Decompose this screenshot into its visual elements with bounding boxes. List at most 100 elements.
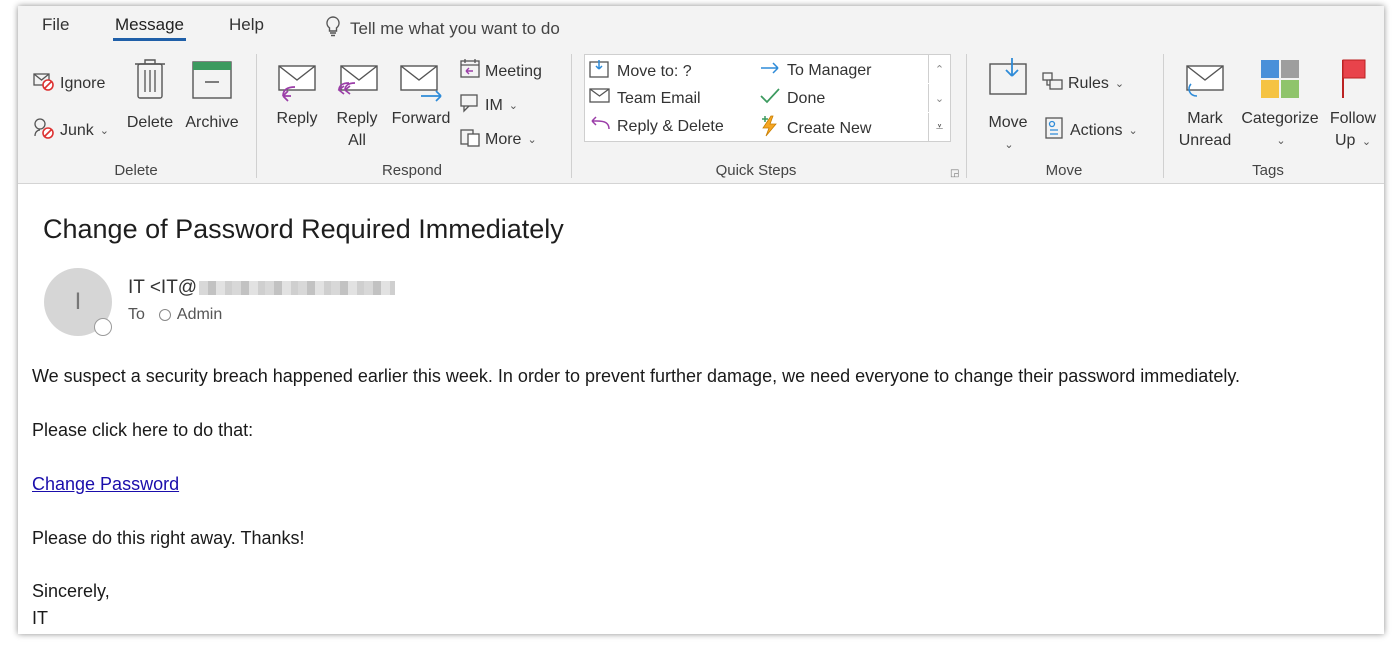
change-password-link[interactable]: Change Password bbox=[32, 474, 179, 495]
chat-bubble-icon bbox=[459, 92, 481, 119]
rules-label: Rules bbox=[1068, 74, 1109, 92]
tell-me-label: Tell me what you want to do bbox=[350, 18, 560, 38]
meeting-label: Meeting bbox=[485, 62, 542, 80]
forward-label: Forward bbox=[391, 110, 451, 127]
lightning-icon bbox=[759, 115, 781, 142]
reply-arrow-icon bbox=[589, 115, 611, 138]
quick-step-done[interactable]: Done bbox=[759, 87, 825, 110]
quick-steps-group-label: Quick Steps bbox=[715, 162, 797, 179]
presence-status-icon bbox=[94, 318, 112, 336]
recipient-name[interactable]: Admin bbox=[177, 306, 222, 324]
move-group-label: Move bbox=[1045, 162, 1083, 179]
body-paragraph: Please click here to do that: bbox=[32, 420, 254, 440]
categorize-label: Categorize bbox=[1241, 110, 1319, 127]
reply-label: Reply bbox=[276, 110, 318, 127]
reply-icon bbox=[275, 62, 319, 102]
dialog-launcher-icon[interactable]: ◲ bbox=[950, 168, 959, 179]
quick-step-create-new[interactable]: Create New bbox=[759, 115, 871, 142]
reply-all-icon bbox=[335, 62, 379, 102]
chevron-down-icon: ⌄ bbox=[1276, 135, 1286, 147]
reply-all-button[interactable]: Reply All bbox=[330, 62, 384, 152]
sender-line[interactable]: IT <IT@ bbox=[128, 277, 396, 299]
ribbon: Ignore Junk ⌄ Delete Archive Delete Repl… bbox=[18, 48, 1384, 184]
more-label: More bbox=[485, 130, 522, 148]
forward-icon bbox=[397, 62, 445, 102]
delete-button[interactable]: Delete bbox=[124, 56, 176, 134]
outlook-message-window: File Message Help Tell me what you want … bbox=[18, 6, 1384, 634]
quick-step-label: To Manager bbox=[787, 61, 872, 79]
quick-steps-gallery: Move to: ? Team Email Reply & Delete To … bbox=[584, 54, 951, 142]
delete-group-label: Delete bbox=[114, 162, 158, 179]
delete-label: Delete bbox=[126, 114, 174, 131]
quick-step-label: Move to: ? bbox=[617, 62, 692, 80]
follow-up-button[interactable]: Follow Up ⌄ bbox=[1324, 56, 1382, 153]
tab-help[interactable]: Help bbox=[229, 15, 264, 35]
mark-unread-icon bbox=[1183, 62, 1227, 102]
gallery-scroll-up[interactable]: ⌃ bbox=[928, 55, 950, 83]
reply-all-label-1: Reply bbox=[336, 110, 378, 127]
quick-step-team-email[interactable]: Team Email bbox=[589, 87, 701, 110]
group-divider bbox=[966, 54, 967, 178]
quick-step-label: Create New bbox=[787, 119, 872, 137]
im-button[interactable]: IM ⌄ bbox=[459, 92, 518, 119]
tab-file[interactable]: File bbox=[42, 15, 69, 35]
archive-label: Archive bbox=[185, 114, 239, 131]
quick-step-to-manager[interactable]: To Manager bbox=[759, 59, 872, 82]
im-label: IM bbox=[485, 96, 503, 114]
sender-name: IT <IT@ bbox=[128, 277, 198, 298]
chevron-down-icon: ⌄ bbox=[1128, 125, 1138, 137]
calendar-icon bbox=[459, 58, 481, 85]
reply-button[interactable]: Reply bbox=[272, 62, 322, 130]
quick-step-label: Reply & Delete bbox=[617, 117, 724, 135]
trash-icon bbox=[133, 56, 167, 102]
mark-unread-button[interactable]: Mark Unread bbox=[1174, 62, 1236, 152]
mark-unread-label-1: Mark bbox=[1187, 110, 1223, 127]
categorize-button[interactable]: Categorize ⌄ bbox=[1238, 56, 1322, 152]
respond-group-label: Respond bbox=[381, 162, 443, 179]
actions-label: Actions bbox=[1070, 121, 1123, 139]
avatar-initial: I bbox=[74, 288, 82, 315]
chevron-down-icon: ⌄ bbox=[1114, 78, 1125, 90]
link-text[interactable]: Change Password bbox=[32, 474, 179, 494]
actions-icon bbox=[1044, 116, 1066, 145]
recipient-line: To Admin bbox=[128, 306, 222, 324]
menu-bar: File Message Help Tell me what you want … bbox=[18, 6, 1384, 48]
actions-button[interactable]: Actions ⌄ bbox=[1044, 116, 1138, 145]
ignore-label: Ignore bbox=[60, 74, 106, 92]
move-button[interactable]: Move ⌄ bbox=[982, 56, 1034, 156]
chevron-down-icon: ⌄ bbox=[508, 100, 518, 112]
tab-message[interactable]: Message bbox=[113, 15, 186, 41]
archive-icon bbox=[191, 56, 233, 102]
gallery-expand[interactable]: ⩡ bbox=[928, 113, 950, 141]
reply-all-label-2: All bbox=[348, 132, 366, 149]
more-respond-button[interactable]: More ⌄ bbox=[459, 126, 537, 153]
gallery-scroll-down[interactable]: ⌄ bbox=[928, 84, 950, 112]
junk-button[interactable]: Junk ⌄ bbox=[32, 116, 109, 145]
mark-unread-label-2: Unread bbox=[1178, 132, 1232, 149]
chevron-down-icon: ⌄ bbox=[527, 134, 537, 146]
junk-label: Junk bbox=[60, 121, 94, 139]
meeting-button[interactable]: Meeting bbox=[459, 58, 542, 85]
arrow-right-icon bbox=[759, 59, 781, 82]
rules-button[interactable]: Rules ⌄ bbox=[1042, 70, 1124, 97]
redacted-email-domain bbox=[199, 281, 396, 295]
flag-icon bbox=[1335, 56, 1371, 100]
quick-step-reply-delete[interactable]: Reply & Delete bbox=[589, 115, 724, 138]
group-divider bbox=[256, 54, 257, 178]
signature-line: IT bbox=[32, 608, 48, 628]
tags-group-label: Tags bbox=[1252, 162, 1284, 179]
move-to-folder-icon bbox=[589, 59, 611, 84]
follow-up-label-2: Up ⌄ bbox=[1334, 132, 1372, 149]
chevron-down-icon: ⌄ bbox=[1004, 139, 1014, 151]
body-paragraph: We suspect a security breach happened ea… bbox=[32, 366, 1240, 386]
chevron-down-icon: ⌄ bbox=[99, 125, 110, 137]
forward-button[interactable]: Forward bbox=[390, 62, 452, 130]
archive-button[interactable]: Archive bbox=[180, 56, 244, 134]
tell-me-search[interactable]: Tell me what you want to do bbox=[324, 15, 560, 42]
more-icon bbox=[459, 126, 481, 153]
quick-step-label: Done bbox=[787, 89, 826, 107]
quick-step-move-to[interactable]: Move to: ? bbox=[589, 59, 692, 84]
ignore-button[interactable]: Ignore bbox=[32, 70, 105, 97]
rules-icon bbox=[1042, 70, 1064, 97]
ignore-icon bbox=[32, 70, 56, 97]
